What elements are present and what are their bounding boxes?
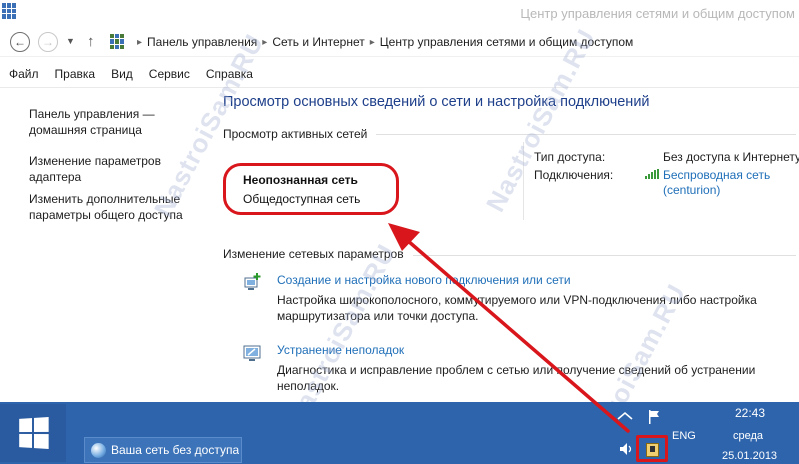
forward-button[interactable]: → xyxy=(38,32,58,52)
title-bar: Центр управления сетями и общим доступом xyxy=(0,0,799,27)
control-panel-home-link[interactable]: Панель управления — домашняя страница xyxy=(29,106,204,138)
page-title: Просмотр основных сведений о сети и наст… xyxy=(223,94,650,110)
section-divider xyxy=(376,134,796,135)
connection-name[interactable]: Беспроводная сеть xyxy=(663,168,770,183)
breadcrumb: ▸ Панель управления ▸ Сеть и Интернет ▸ … xyxy=(132,35,633,49)
wifi-signal-icon xyxy=(645,169,659,179)
change-adapter-settings-link[interactable]: Изменение параметров адаптера xyxy=(29,153,204,185)
clock-day[interactable]: среда xyxy=(733,430,763,442)
troubleshoot-description: Диагностика и исправление проблем с сеть… xyxy=(277,363,756,393)
network-type-link[interactable]: Общедоступная сеть xyxy=(243,192,360,206)
breadcrumb-control-panel[interactable]: Панель управления xyxy=(147,35,257,49)
globe-icon xyxy=(91,442,106,458)
language-indicator[interactable]: ENG xyxy=(672,430,696,442)
show-hidden-icons-icon[interactable] xyxy=(617,410,633,422)
connections-label: Подключения: xyxy=(534,168,614,182)
network-notification-button[interactable]: Ваша сеть без доступа xyxy=(84,437,242,463)
menu-view[interactable]: Вид xyxy=(111,67,133,81)
breadcrumb-network-internet[interactable]: Сеть и Интернет xyxy=(272,35,364,49)
back-button[interactable]: ← xyxy=(10,32,30,52)
chevron-right-icon[interactable]: ▸ xyxy=(137,37,142,48)
clock-time[interactable]: 22:43 xyxy=(735,406,765,420)
menu-file[interactable]: Файл xyxy=(9,67,39,81)
vertical-divider xyxy=(523,142,524,220)
control-panel-icon xyxy=(110,34,126,49)
new-connection-description: Настройка широкополосного, коммутируемог… xyxy=(277,293,757,323)
control-panel-icon[interactable] xyxy=(2,3,18,19)
advanced-sharing-settings-link[interactable]: Изменить дополнительные параметры общего… xyxy=(29,191,204,223)
highlight-oval xyxy=(223,163,399,215)
chevron-right-icon[interactable]: ▸ xyxy=(370,37,375,48)
new-connection-icon xyxy=(244,273,261,290)
menu-bar: Файл Правка Вид Сервис Справка xyxy=(0,60,799,88)
breadcrumb-network-center[interactable]: Центр управления сетями и общим доступом xyxy=(380,35,634,49)
recent-pages-dropdown-icon[interactable]: ▼ xyxy=(66,36,75,46)
menu-edit[interactable]: Правка xyxy=(55,67,96,81)
up-arrow-icon[interactable]: ↑ xyxy=(87,33,95,50)
main-content: Просмотр основных сведений о сети и наст… xyxy=(218,89,799,402)
active-networks-header: Просмотр активных сетей xyxy=(223,127,368,141)
section-divider xyxy=(413,255,796,256)
new-connection-link[interactable]: Создание и настройка нового подключения … xyxy=(277,273,571,287)
action-center-flag-icon[interactable] xyxy=(647,409,661,425)
network-name: Неопознанная сеть xyxy=(243,173,358,187)
connection-ssid[interactable]: (centurion) xyxy=(663,183,770,198)
start-button[interactable] xyxy=(0,404,66,462)
clock-date[interactable]: 25.01.2013 xyxy=(722,450,777,462)
volume-icon[interactable] xyxy=(619,442,633,456)
left-nav-pane: Панель управления — домашняя страница Из… xyxy=(0,89,218,402)
window-title: Центр управления сетями и общим доступом xyxy=(520,6,795,21)
wireless-connection-link[interactable]: Беспроводная сеть (centurion) xyxy=(663,168,770,198)
change-settings-header: Изменение сетевых параметров xyxy=(223,247,404,261)
windows-logo-icon xyxy=(19,417,49,449)
chevron-right-icon[interactable]: ▸ xyxy=(262,37,267,48)
menu-help[interactable]: Справка xyxy=(206,67,253,81)
taskbar: Ваша сеть без доступа ENG 22:43 среда 25… xyxy=(0,402,799,464)
address-bar: ← → ▼ ↑ ▸ Панель управления ▸ Сеть и Инт… xyxy=(0,27,799,57)
menu-tools[interactable]: Сервис xyxy=(149,67,190,81)
troubleshoot-icon xyxy=(243,345,261,361)
notification-text: Ваша сеть без доступа xyxy=(111,443,240,457)
troubleshoot-link[interactable]: Устранение неполадок xyxy=(277,343,404,357)
access-type-label: Тип доступа: xyxy=(534,150,606,164)
access-type-value: Без доступа к Интернету xyxy=(663,150,799,164)
network-tray-warning-icon[interactable] xyxy=(646,443,659,457)
